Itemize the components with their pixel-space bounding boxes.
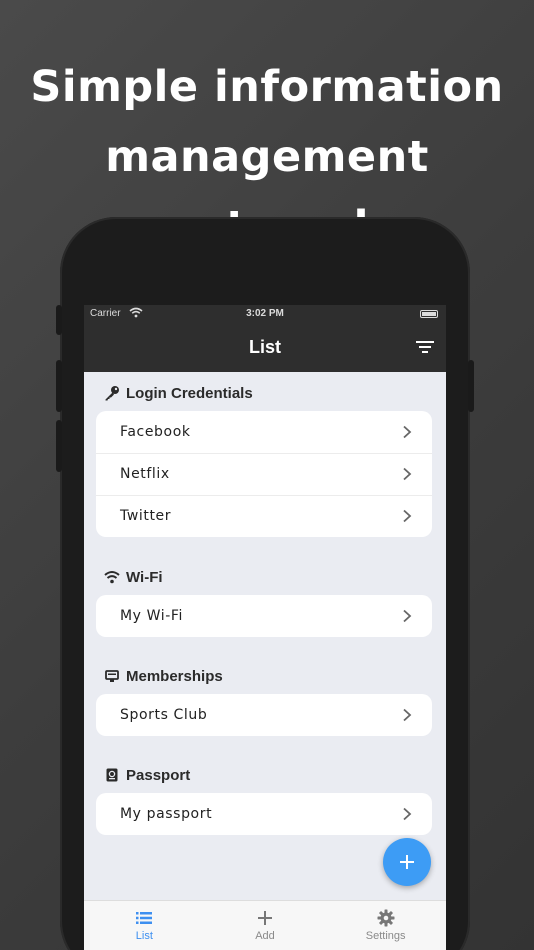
status-bar: Carrier 3:02 PM [84,305,446,323]
tab-label: List [135,930,153,942]
list-item-sports-club[interactable]: Sports Club [96,694,432,736]
chevron-right-icon [403,609,412,623]
list-item-label: My passport [120,806,213,822]
section-header-memberships: Memberships [104,664,223,688]
list-item-my-wifi[interactable]: My Wi-Fi [96,595,432,637]
tab-list[interactable]: List [84,901,205,950]
phone-power-button [468,360,474,412]
tab-settings[interactable]: Settings [325,901,446,950]
passport-icon [106,768,118,782]
section-header-passport: Passport [104,763,190,787]
phone-volume-up [56,360,62,412]
filter-icon[interactable] [416,339,434,355]
group-wifi: My Wi-Fi [96,595,432,637]
phone-mute-switch [56,305,62,335]
phone-volume-down [56,420,62,472]
list-item-label: Netflix [120,466,170,482]
promo-headline-line-1: Simple information [30,62,504,112]
nav-bar: List [84,323,446,372]
plus-icon [258,911,272,925]
page-title: List [248,337,281,357]
card-icon [105,670,119,682]
group-passport: My passport [96,793,432,835]
tab-label: Settings [365,930,406,942]
list-item-label: My Wi-Fi [120,608,184,624]
key-icon [105,386,119,401]
tab-label: Add [255,930,275,942]
app-screen: Carrier 3:02 PM List Login Credentials F… [84,305,446,950]
chevron-right-icon [403,467,412,481]
section-header-wifi: Wi-Fi [104,565,163,589]
section-title: Passport [126,766,191,784]
chevron-right-icon [403,708,412,722]
list-item-netflix[interactable]: Netflix [96,453,432,495]
list-icon [136,912,153,924]
gear-icon [377,909,395,927]
group-login-credentials: Facebook Netflix Twitter [96,411,432,537]
chevron-right-icon [403,425,412,439]
list-item-twitter[interactable]: Twitter [96,495,432,537]
section-header-login-credentials: Login Credentials [104,381,253,405]
plus-icon [400,855,414,869]
battery-icon [420,310,438,318]
list-item-label: Twitter [120,508,172,524]
tab-bar: List Add Settings [84,900,446,950]
list-item-label: Facebook [120,424,191,440]
group-memberships: Sports Club [96,694,432,736]
section-title: Memberships [126,667,223,685]
wifi-icon [104,571,120,584]
add-floating-button[interactable] [383,838,431,886]
status-time: 3:02 PM [246,308,284,319]
list-item-label: Sports Club [120,707,208,723]
list-item-my-passport[interactable]: My passport [96,793,432,835]
section-title: Wi-Fi [126,568,163,586]
section-title: Login Credentials [126,384,253,402]
chevron-right-icon [403,807,412,821]
chevron-right-icon [403,509,412,523]
list-item-facebook[interactable]: Facebook [96,411,432,453]
tab-add[interactable]: Add [205,901,326,950]
